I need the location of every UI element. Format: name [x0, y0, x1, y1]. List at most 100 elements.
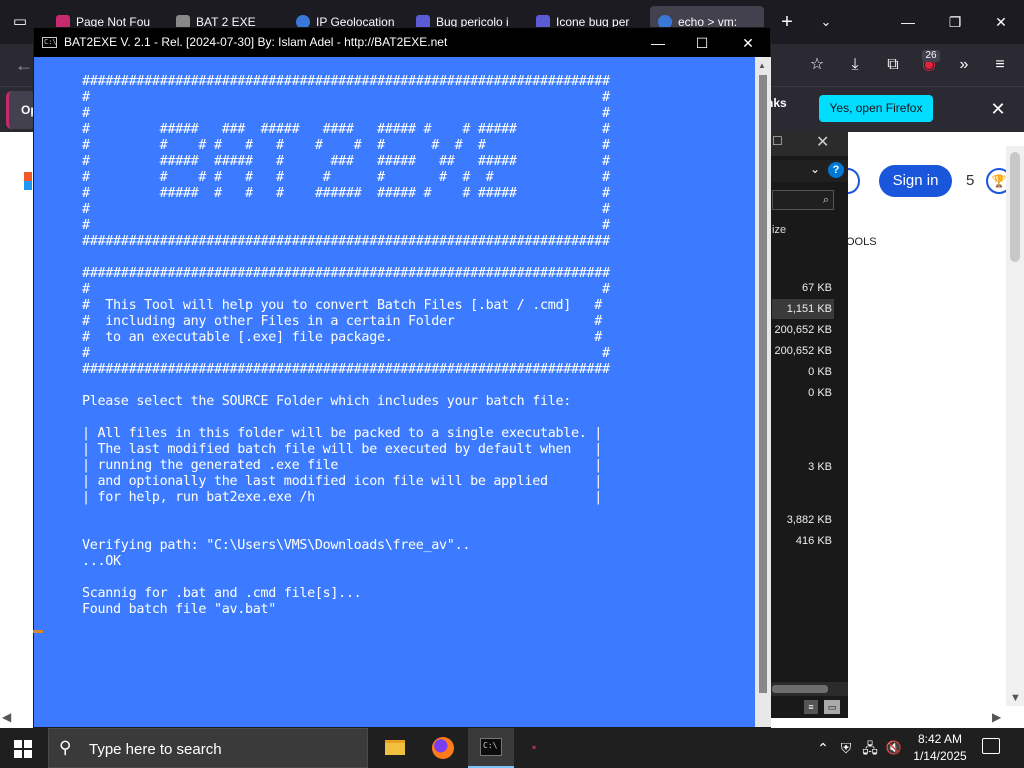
open-firefox-button[interactable]: Yes, open Firefox: [819, 95, 933, 122]
file-size-cell-selected[interactable]: 1,151 KB: [772, 299, 834, 319]
scroll-down-icon[interactable]: ▼: [1010, 692, 1021, 704]
extension-count-badge: 26: [922, 50, 940, 62]
explorer-search-input[interactable]: ⌕: [772, 190, 834, 210]
scrollbar-thumb[interactable]: [772, 685, 828, 693]
tray-chevron-icon[interactable]: ⌃: [814, 728, 832, 768]
details-view-icon[interactable]: ≡: [804, 700, 818, 714]
console-line: # including any other Files in a certain…: [82, 314, 603, 329]
console-scrollbar[interactable]: ▲: [755, 57, 771, 727]
scrollbar-thumb[interactable]: [1010, 152, 1020, 262]
security-tray-icon[interactable]: ⛨: [836, 728, 856, 768]
console-line: ########################################…: [82, 234, 610, 249]
explorer-horizontal-scrollbar[interactable]: [770, 682, 848, 696]
console-close-button[interactable]: ✕: [728, 30, 768, 56]
taskbar-clock[interactable]: 8:42 AM 1/14/2025: [910, 731, 970, 765]
site-logo[interactable]: [24, 172, 32, 190]
file-size-cell[interactable]: 0 KB: [772, 362, 834, 382]
file-size-cell[interactable]: 200,652 KB: [772, 320, 834, 340]
file-size-cell[interactable]: 67 KB: [772, 278, 834, 298]
browser-maximize-button[interactable]: ❐: [940, 8, 970, 36]
scroll-right-icon[interactable]: ▶: [992, 710, 1001, 724]
search-icon: ⚲: [59, 738, 72, 757]
scroll-left-icon[interactable]: ◀: [2, 710, 11, 724]
console-line: ########################################…: [82, 74, 610, 89]
console-line: Verifying path: "C:\Users\VMS\Downloads\…: [82, 538, 471, 553]
windows-start-icon[interactable]: [14, 740, 32, 758]
console-line: # ##### ##### # ### ##### ## ##### #: [82, 154, 610, 169]
file-size-cell[interactable]: 3,882 KB: [772, 510, 834, 530]
taskbar-file-explorer[interactable]: [372, 728, 418, 768]
cursor-marker: [33, 630, 43, 633]
explorer-maximize-icon[interactable]: ☐: [772, 134, 783, 148]
console-line: # #: [82, 282, 610, 297]
extensions-icon[interactable]: ⧉: [879, 52, 907, 78]
firefox-icon: [432, 737, 454, 759]
console-line: # #: [82, 202, 610, 217]
taskbar-console[interactable]: C:\: [468, 728, 514, 768]
help-icon[interactable]: ?: [828, 162, 844, 178]
taskbar-search-box[interactable]: ⚲ Type here to search: [48, 728, 368, 768]
file-size-cell[interactable]: 416 KB: [772, 531, 834, 551]
notification-center-icon[interactable]: [982, 738, 1000, 754]
console-line: ########################################…: [82, 362, 610, 377]
scrollbar-thumb[interactable]: [759, 75, 767, 693]
console-line: | and optionally the last modified icon …: [82, 474, 603, 489]
new-tab-button[interactable]: +: [774, 8, 800, 36]
file-size-cell[interactable]: 200,652 KB: [772, 341, 834, 361]
volume-tray-icon[interactable]: 🔇: [884, 728, 904, 768]
console-line: # #: [82, 346, 610, 361]
scroll-up-icon[interactable]: ▲: [758, 61, 766, 70]
taskbar-firefox[interactable]: [420, 728, 466, 768]
terminal-icon: C:\: [480, 738, 502, 756]
file-size-cell[interactable]: 3 KB: [772, 457, 834, 477]
console-maximize-button[interactable]: ☐: [682, 30, 722, 56]
overflow-menu-icon[interactable]: »: [950, 52, 978, 78]
console-title: BAT2EXE V. 2.1 - Rel. [2024-07-30] By: I…: [64, 35, 448, 49]
console-minimize-button[interactable]: —: [638, 30, 678, 56]
notification-count: 5: [966, 172, 975, 189]
console-line: # #: [82, 106, 610, 121]
console-line: | running the generated .exe file |: [82, 458, 603, 473]
tools-menu-label[interactable]: OOLS: [846, 236, 877, 248]
ribbon-expand-icon[interactable]: ⌄: [810, 162, 820, 176]
folder-icon: [385, 740, 405, 755]
network-tray-icon[interactable]: 🖧: [860, 728, 880, 768]
app-menu-icon[interactable]: ≡: [986, 52, 1014, 78]
console-line: # #: [82, 218, 610, 233]
console-line: ...OK: [82, 554, 121, 569]
console-line: Scannig for .bat and .cmd file[s]...: [82, 586, 362, 601]
console-line: Found batch file "av.bat": [82, 602, 277, 617]
bookmark-star-icon[interactable]: ☆: [803, 52, 831, 78]
clock-time: 8:42 AM: [917, 732, 963, 746]
webpage-scrollbar[interactable]: [1006, 146, 1024, 706]
file-size-cell[interactable]: 0 KB: [772, 383, 834, 403]
notification-close-icon[interactable]: ✕: [984, 95, 1012, 123]
notification-left-button[interactable]: Op: [6, 91, 38, 129]
console-line: # #: [82, 90, 610, 105]
list-all-tabs-icon[interactable]: ⌄: [814, 8, 838, 36]
explorer-close-icon[interactable]: ✕: [816, 132, 829, 152]
console-line: | for help, run bat2exe.exe /h |: [82, 490, 603, 505]
browser-minimize-button[interactable]: —: [893, 8, 923, 36]
tiles-view-icon[interactable]: ▭: [824, 700, 840, 714]
tab-list-icon[interactable]: ▭: [4, 8, 36, 36]
sign-in-button[interactable]: Sign in: [879, 165, 952, 197]
taskbar-app[interactable]: ▪: [518, 728, 564, 768]
search-placeholder: Type here to search: [89, 741, 222, 758]
size-column-header[interactable]: ize: [772, 224, 786, 236]
console-line: # to an executable [.exe] file package. …: [82, 330, 603, 345]
console-line: # # # # # # # # # # # #: [82, 170, 610, 185]
console-output: ########################################…: [82, 74, 610, 618]
explorer-titlebar: ☐ ✕: [770, 132, 848, 156]
console-line: # ##### ### ##### #### ##### # # ##### #: [82, 122, 610, 137]
clock-date: 1/14/2025: [913, 749, 967, 763]
console-titlebar[interactable]: C:\ BAT2EXE V. 2.1 - Rel. [2024-07-30] B…: [34, 28, 770, 57]
browser-close-button[interactable]: ✕: [986, 8, 1016, 36]
downloads-icon[interactable]: ⤓: [841, 52, 869, 78]
file-explorer-window: ☐ ✕ ⌄ ? ⌕ ize 67 KB 1,151 KB 200,652 KB …: [770, 132, 848, 718]
